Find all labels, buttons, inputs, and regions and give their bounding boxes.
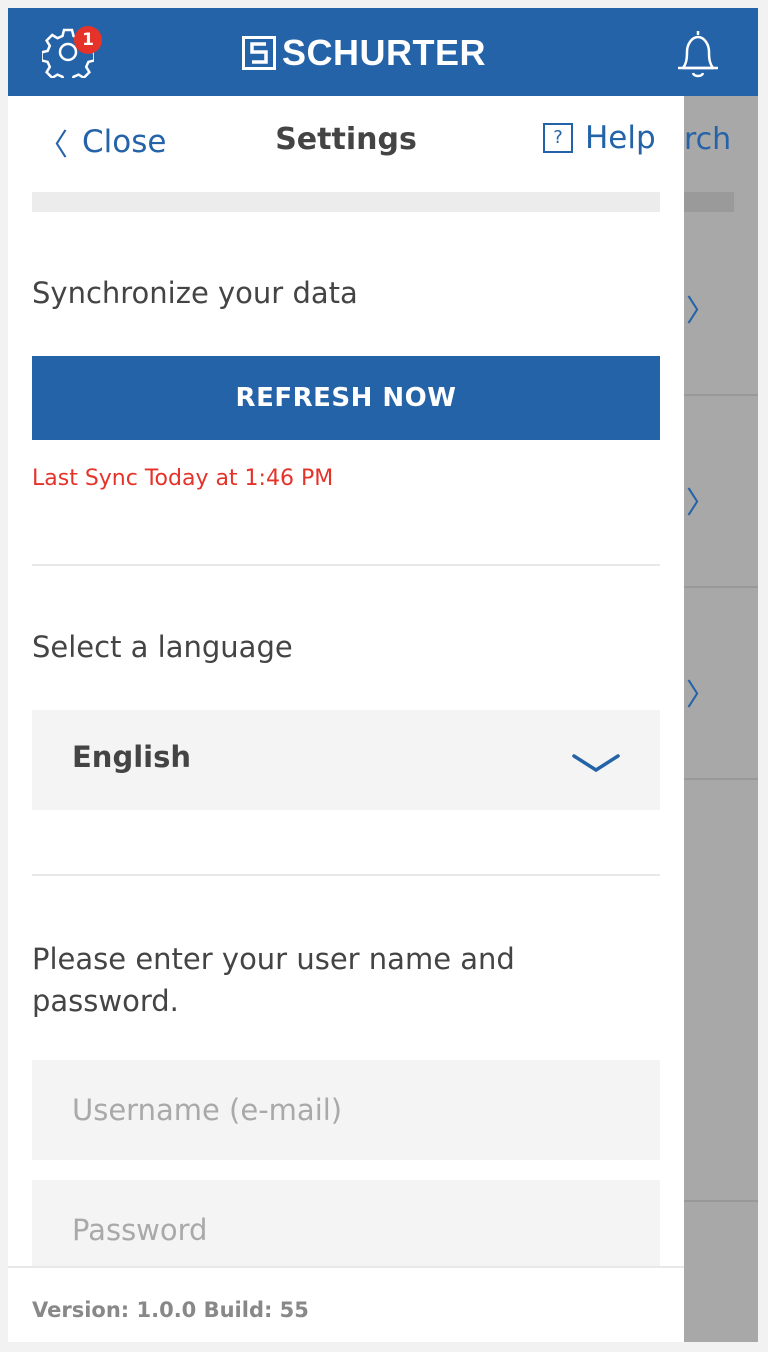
background-chevron-right-icon: 〉 [686, 678, 716, 713]
language-section-label: Select a language [32, 630, 293, 664]
refresh-now-button[interactable]: REFRESH NOW [32, 356, 660, 440]
username-input[interactable] [32, 1060, 660, 1160]
section-divider-bar [32, 192, 660, 212]
bell-icon[interactable] [673, 28, 723, 82]
background-divider [684, 394, 758, 396]
sync-section-label: Synchronize your data [32, 276, 358, 310]
brand-name: SCHURTER [282, 32, 487, 73]
version-text: Version: 1.0.0 Build: 55 [32, 1298, 309, 1322]
background-bar [684, 192, 734, 212]
settings-footer: Version: 1.0.0 Build: 55 [8, 1266, 684, 1342]
help-label: Help [585, 120, 656, 156]
schurter-logo-icon [242, 36, 276, 70]
divider [32, 564, 660, 566]
background-divider [684, 1200, 758, 1202]
login-instructions: Please enter your user name and password… [32, 942, 515, 1018]
background-search-text: rch [684, 122, 732, 157]
language-selected-value: English [72, 740, 192, 774]
top-bar: 1 SCHURTER [8, 8, 758, 96]
settings-nav-bar: 〈 Close Settings ? Help [8, 96, 684, 186]
chevron-down-icon [572, 754, 620, 773]
background-page: rch 〉 〉 〉 [684, 96, 758, 1342]
password-input[interactable] [32, 1180, 660, 1280]
background-chevron-right-icon: 〉 [686, 486, 716, 521]
background-divider [684, 586, 758, 588]
notification-count-badge: 1 [74, 26, 102, 54]
brand-logo: SCHURTER [242, 34, 486, 72]
background-chevron-right-icon: 〉 [686, 294, 716, 329]
help-button[interactable]: ? Help [543, 120, 656, 156]
background-divider [684, 778, 758, 780]
last-sync-status: Last Sync Today at 1:46 PM [32, 466, 334, 491]
divider [32, 874, 660, 876]
language-select[interactable]: English [32, 710, 660, 810]
settings-panel: 〈 Close Settings ? Help Synchronize your… [8, 96, 684, 1342]
app-frame: 1 SCHURTER rch 〉 〉 〉 〈 Close Settings ? … [8, 8, 758, 1342]
help-icon: ? [543, 123, 573, 153]
